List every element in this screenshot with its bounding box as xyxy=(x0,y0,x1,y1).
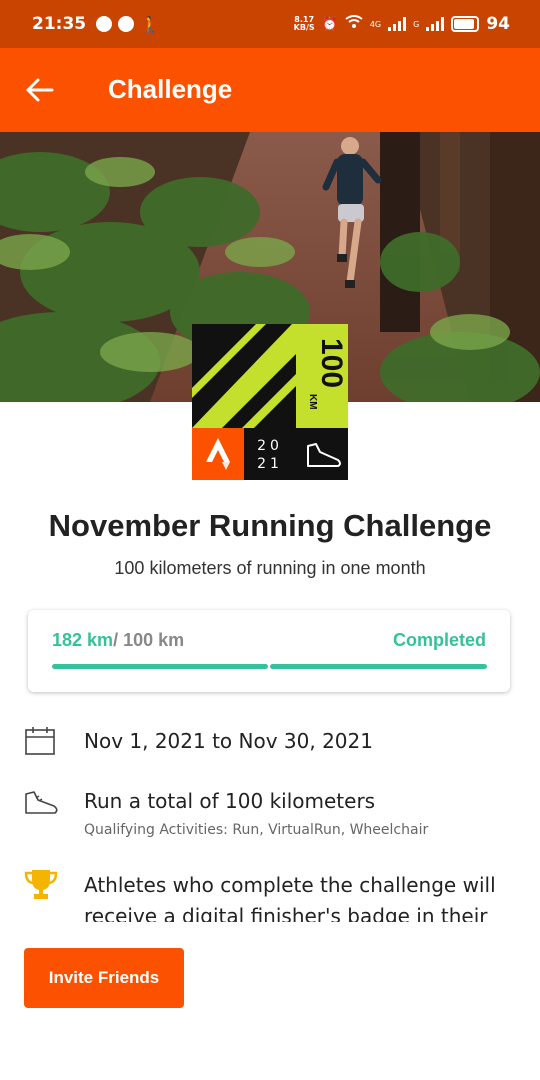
progress-segment-2 xyxy=(270,664,487,669)
progress-card: 182 km/ 100 km Completed xyxy=(28,610,510,692)
walking-icon: 🚶 xyxy=(140,14,161,34)
alarm-icon: ⏰ xyxy=(321,16,338,32)
qualifying-activities: Qualifying Activities: Run, VirtualRun, … xyxy=(84,822,429,838)
calendar-icon xyxy=(25,727,55,755)
battery-icon xyxy=(451,16,480,32)
status-bar: 21:35 🚶 8.17 KB/S ⏰ 4G G 94 xyxy=(0,0,540,48)
progress-segment-1 xyxy=(52,664,268,669)
progress-text: 182 km/ 100 km xyxy=(52,630,184,651)
wifi-icon xyxy=(345,15,363,33)
status-right: 8.17 KB/S ⏰ 4G G 94 xyxy=(294,0,510,48)
status-time: 21:35 xyxy=(32,14,87,34)
network-speed: 8.17 KB/S xyxy=(294,16,315,32)
page-title: Challenge xyxy=(108,74,233,104)
network-type-2: G xyxy=(413,19,420,29)
challenge-title: November Running Challenge xyxy=(48,508,492,543)
badge-year-bottom: 21 xyxy=(257,456,283,472)
trophy-icon xyxy=(24,870,58,899)
chat-icon xyxy=(96,16,113,32)
progress-goal: / 100 km xyxy=(113,630,185,650)
invite-friends-button[interactable]: Invite Friends xyxy=(24,948,184,1008)
speed-unit: KB/S xyxy=(293,23,315,32)
challenge-badge: 100 KM 20 21 xyxy=(192,324,348,480)
progress-bar xyxy=(52,664,487,669)
badge-distance: 100 xyxy=(315,338,348,388)
messenger-icon xyxy=(118,16,135,32)
reward-text: Athletes who complete the challenge will… xyxy=(84,873,496,922)
badge-year-top: 20 xyxy=(257,438,283,454)
battery-level: 94 xyxy=(486,14,510,34)
completion-status: Completed xyxy=(392,630,486,650)
progress-current: 182 km xyxy=(52,630,114,650)
requirement-text: Run a total of 100 kilometers xyxy=(84,789,376,813)
signal-icon xyxy=(388,17,407,31)
signal-icon-2 xyxy=(426,17,445,31)
badge-unit: KM xyxy=(307,394,318,410)
app-bar: Challenge xyxy=(0,48,540,132)
network-type-1: 4G xyxy=(369,19,382,29)
notification-icons: 🚶 xyxy=(96,15,160,34)
shoe-icon xyxy=(25,791,58,814)
challenge-dates: Nov 1, 2021 to Nov 30, 2021 xyxy=(84,729,373,753)
arrow-left-icon[interactable] xyxy=(24,76,56,104)
challenge-subtitle: 100 kilometers of running in one month xyxy=(114,558,426,578)
